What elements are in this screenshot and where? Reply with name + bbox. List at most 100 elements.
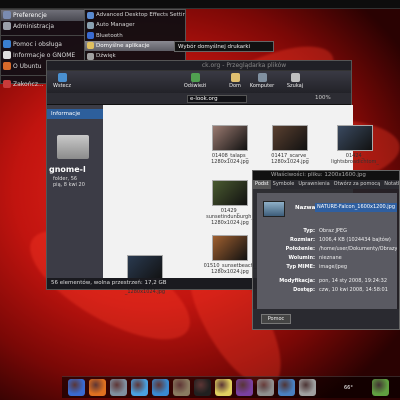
thumbnail-caption: 01429_ sunsetindunburgh_ 1280x1024.jpg — [203, 208, 257, 226]
submenu-item-label: Advanced Desktop Effects Settings — [96, 12, 185, 18]
home-icon — [230, 73, 240, 82]
menu-item[interactable]: Pomoc i obsługa — [1, 39, 85, 50]
temperature-readout: 66° — [344, 385, 353, 391]
property-value: image/jpeg — [319, 264, 348, 270]
property-row: Rozmiar: 1006,4 KB (1024434 bajtów) — [257, 236, 397, 244]
folder-icon — [57, 135, 89, 159]
toolbar-reload-button[interactable]: Odświeżi — [182, 73, 208, 91]
tab-symbole[interactable]: Symbole — [271, 180, 297, 189]
menu-item[interactable]: Administracja — [1, 21, 85, 32]
menu-item-label: Preferencje — [13, 12, 47, 19]
dialog-body: Nazwa: NATURE-Falcon_1600x1200.jpg Typ: O… — [257, 193, 397, 311]
caption-line: 1280x1024.jpg — [211, 220, 249, 226]
dialog-title: Właściwości: pliku: 1200x1600.jpg — [253, 171, 399, 180]
auto-icon — [87, 21, 94, 29]
toolbar-back-button[interactable]: Wstecz — [49, 73, 75, 91]
itunes-icon[interactable] — [131, 379, 148, 396]
toolbar-computer-button[interactable]: Komputer — [249, 73, 275, 91]
menu-separator — [1, 35, 85, 36]
dialog-footer: Pomoc — [253, 309, 399, 329]
side-pane-selector[interactable]: Informacje — [47, 109, 103, 119]
property-value: 1006,4 KB (1024434 bajtów) — [319, 237, 391, 243]
tooltip: Wybór domyślnej drukarki — [174, 41, 274, 52]
help-icon — [3, 40, 11, 48]
effects-icon — [87, 11, 94, 19]
window-title: ck.org - Przeglądarka plików — [47, 61, 351, 71]
computer-icon — [257, 73, 267, 82]
wrench-icon — [3, 11, 11, 19]
property-key: Rozmiar: — [290, 237, 315, 243]
settings-icon[interactable] — [257, 379, 274, 396]
image-thumbnail[interactable] — [272, 125, 308, 151]
property-value: nieznane — [319, 255, 342, 261]
submenu-item[interactable]: Bluetooth — [85, 31, 185, 41]
toolbar: Wstecz Odświeżi Dom Komputer Szukaj — [47, 71, 351, 93]
caption-line: lightsbroadichtom_ — [331, 159, 379, 165]
music-icon[interactable] — [236, 379, 253, 396]
toolbar-button-label: Dom — [229, 83, 241, 89]
folder-name: gnome-l — [49, 165, 86, 174]
tab-podst[interactable]: Podst — [253, 180, 271, 189]
trash-icon[interactable] — [299, 379, 316, 396]
toolbar-button-label: Szukaj — [286, 83, 304, 89]
menu-item-label: Pomoc i obsługa — [13, 41, 62, 48]
folder-meta: folder, 56 pią, 8 kwi 20 — [53, 176, 85, 188]
property-row: Modyfikacja: pon, 14 sty 2008, 19:24:32 — [257, 277, 397, 285]
submenu-item[interactable]: Auto Manager — [85, 20, 185, 30]
folder-meta-line: pią, 8 kwi 20 — [53, 182, 85, 188]
defaults-icon — [87, 42, 94, 50]
properties-dialog: Właściwości: pliku: 1200x1600.jpg Podst S… — [252, 170, 400, 330]
weather-icon[interactable] — [278, 379, 295, 396]
finder-icon[interactable] — [68, 379, 85, 396]
tab-otwórz-za-pomocą[interactable]: Otwórz za pomocą — [332, 180, 383, 189]
terminal-icon[interactable] — [194, 379, 211, 396]
top-menubar — [0, 0, 400, 9]
toolbar-home-button[interactable]: Dom — [222, 73, 248, 91]
caption-line: 1280x1024.jpg — [211, 269, 249, 275]
back-icon — [57, 73, 67, 82]
thumbnail-caption: 01424_ lightsbroadichtom_ — [328, 153, 382, 165]
property-key: Wolumin: — [288, 255, 315, 261]
firefox-icon[interactable] — [89, 379, 106, 396]
menu-item-label: Informacje o GNOME — [13, 52, 76, 59]
image-thumbnail[interactable] — [212, 180, 248, 206]
location-field[interactable]: e-look.org — [187, 95, 247, 103]
property-row: Dostęp: czw, 10 kwi 2008, 14:58:01 — [257, 286, 397, 294]
apps-icon[interactable] — [372, 379, 389, 396]
submenu-item[interactable]: Advanced Desktop Effects Settings — [85, 10, 185, 20]
shutdown-icon — [3, 80, 11, 88]
dock: 66° — [62, 376, 400, 398]
tab-uprawnienia[interactable]: Uprawnienia — [296, 180, 331, 189]
property-row: Typ: Obraz JPEG — [257, 227, 397, 235]
zoom-level[interactable]: 100% — [315, 95, 331, 101]
image-thumbnail[interactable] — [212, 235, 248, 261]
thumbnail-caption: 01408_talaps_ 1280x1024.jpg — [203, 153, 257, 165]
desktop: { "start_menu": { "items": [ {"label": "… — [0, 0, 400, 400]
property-row: Położenie: /home/user/Dokumenty/Obrazy/gn — [257, 245, 397, 253]
image-file-icon — [263, 201, 285, 217]
dialog-tabs: Podst Symbole Uprawnienia Otwórz za pomocą N… — [253, 180, 399, 189]
menu-item-label: Zakończ... — [13, 81, 44, 88]
search-icon — [290, 73, 300, 82]
submenu-item-label: Auto Manager — [96, 22, 135, 29]
name-field[interactable]: NATURE-Falcon_1600x1200.jpg — [315, 203, 397, 212]
image-thumbnail[interactable] — [212, 125, 248, 151]
mail-icon[interactable] — [110, 379, 127, 396]
gimp-icon[interactable] — [173, 379, 190, 396]
image-thumbnail[interactable] — [337, 125, 373, 151]
toolbar-button-label: Komputer — [249, 83, 275, 89]
menu-item[interactable]: Preferencje — [1, 10, 85, 21]
submenu-item[interactable]: Domyślne aplikacje — [85, 40, 185, 52]
submenu-item-label: Dźwięk — [96, 53, 116, 60]
tab-notatki[interactable]: Notatki — [382, 180, 399, 189]
toolbar-search-button[interactable]: Szukaj — [282, 73, 308, 91]
bluetooth-icon — [87, 32, 94, 40]
property-row: Wolumin: nieznane — [257, 254, 397, 262]
admin-icon — [3, 22, 11, 30]
notes-icon[interactable] — [215, 379, 232, 396]
messenger-icon[interactable] — [152, 379, 169, 396]
reload-icon — [190, 73, 200, 82]
caption-line: _1280x1024.jpg — [124, 289, 166, 295]
property-key: Położenie: — [285, 246, 315, 252]
help-button[interactable]: Pomoc — [261, 314, 291, 324]
